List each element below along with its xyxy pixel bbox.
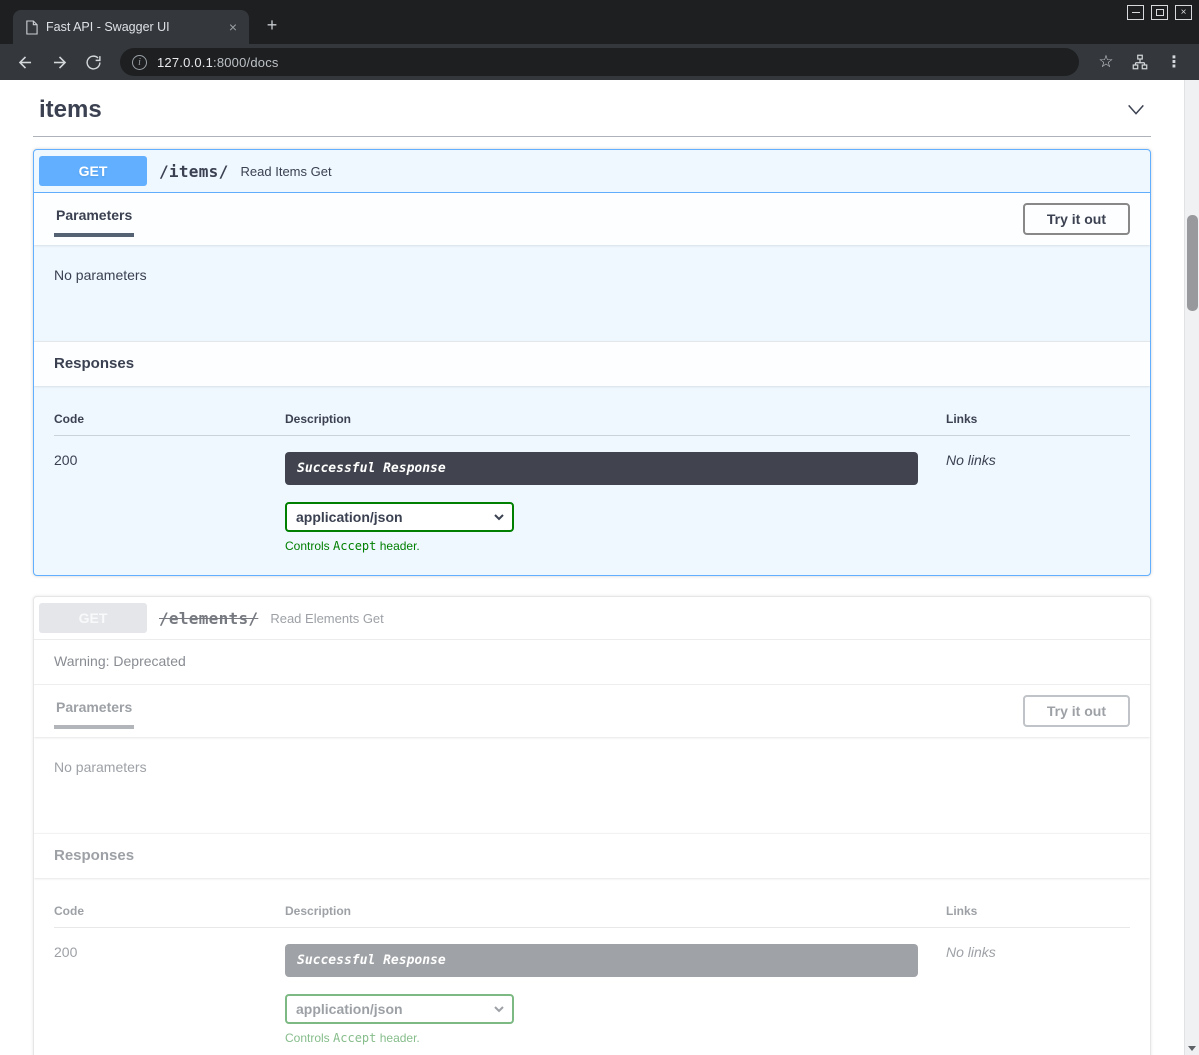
- accept-note-prefix: Controls: [285, 539, 333, 553]
- chevron-down-icon[interactable]: [1125, 99, 1147, 121]
- minimize-icon: [1132, 12, 1140, 13]
- status-code: 200: [54, 452, 285, 468]
- media-type-select[interactable]: application/json: [285, 502, 514, 532]
- col-links: Links: [946, 412, 1130, 426]
- deprecated-warning-text: Warning: Deprecated: [54, 653, 186, 669]
- col-description: Description: [285, 904, 946, 918]
- op-path: /elements/: [159, 609, 258, 628]
- method-badge: GET: [39, 603, 147, 633]
- response-description-cell: Successful Response application/json: [285, 944, 946, 1045]
- responses-title: Responses: [54, 847, 134, 864]
- minimize-button[interactable]: [1127, 5, 1144, 20]
- site-info-icon[interactable]: i: [132, 55, 147, 70]
- parameters-header: Parameters Try it out: [34, 193, 1150, 245]
- try-it-out-button[interactable]: Try it out: [1023, 203, 1130, 235]
- scrollbar[interactable]: [1184, 80, 1199, 1055]
- responses-table-head: Code Description Links: [54, 898, 1130, 928]
- accept-note-prefix: Controls: [285, 1031, 333, 1045]
- parameters-body: No parameters: [34, 737, 1150, 833]
- op-path: /items/: [159, 162, 229, 181]
- parameters-title: Parameters: [54, 693, 134, 729]
- accept-note-suffix: header.: [376, 539, 419, 553]
- menu-icon[interactable]: ⋮: [1161, 49, 1187, 75]
- media-type-control: application/json: [285, 994, 514, 1024]
- responses-table-head: Code Description Links: [54, 406, 1130, 436]
- status-code: 200: [54, 944, 285, 960]
- browser-tab[interactable]: Fast API - Swagger UI ×: [13, 10, 249, 44]
- opblock-summary[interactable]: GET /items/ Read Items Get: [34, 150, 1150, 193]
- responses-header: Responses: [34, 341, 1150, 386]
- tab-title: Fast API - Swagger UI: [46, 20, 217, 34]
- page-viewport: items GET /items/ Read Items Get Paramet…: [0, 80, 1199, 1055]
- section-title: items: [39, 96, 102, 124]
- col-code: Code: [54, 904, 285, 918]
- responses-title: Responses: [54, 355, 134, 372]
- scrollbar-down-icon[interactable]: [1188, 1046, 1196, 1051]
- opblock-get-elements-deprecated: GET /elements/ Read Elements Get Warning…: [33, 596, 1151, 1055]
- tag-section-header[interactable]: items: [33, 84, 1151, 137]
- op-summary: Read Elements Get: [270, 611, 383, 626]
- url-path: :8000/docs: [213, 55, 279, 70]
- accept-note-code: Accept: [333, 1031, 376, 1045]
- response-row: 200 Successful Response application/json: [54, 928, 1130, 1045]
- accept-header-note: Controls Accept header.: [285, 539, 946, 553]
- maximize-button[interactable]: [1151, 5, 1168, 20]
- accept-header-note: Controls Accept header.: [285, 1031, 946, 1045]
- response-description: Successful Response: [285, 944, 918, 977]
- opblock-get-items: GET /items/ Read Items Get Parameters Tr…: [33, 149, 1151, 576]
- forward-button[interactable]: [46, 49, 72, 75]
- deprecated-warning: Warning: Deprecated: [34, 640, 1150, 685]
- media-type-control: application/json: [285, 502, 514, 532]
- url-host: 127.0.0.1: [157, 55, 213, 70]
- close-icon: ×: [1181, 8, 1187, 18]
- responses-table: Code Description Links 200 Successful Re…: [34, 878, 1150, 1055]
- url-text: 127.0.0.1:8000/docs: [157, 55, 279, 70]
- parameters-header: Parameters Try it out: [34, 685, 1150, 737]
- accept-note-suffix: header.: [376, 1031, 419, 1045]
- media-type-select[interactable]: application/json: [285, 994, 514, 1024]
- reload-icon[interactable]: [80, 49, 106, 75]
- no-parameters-text: No parameters: [54, 267, 147, 283]
- method-badge: GET: [39, 156, 147, 186]
- col-code: Code: [54, 412, 285, 426]
- opblock-summary[interactable]: GET /elements/ Read Elements Get: [34, 597, 1150, 640]
- browser-toolbar: i 127.0.0.1:8000/docs ☆ ⋮: [0, 44, 1199, 80]
- accept-note-code: Accept: [333, 539, 376, 553]
- browser-window: Fast API - Swagger UI × + ×: [0, 0, 1199, 1055]
- op-summary: Read Items Get: [241, 164, 332, 179]
- col-links: Links: [946, 904, 1130, 918]
- window-titlebar: Fast API - Swagger UI × + ×: [0, 0, 1199, 44]
- response-description-cell: Successful Response application/json: [285, 452, 946, 553]
- window-controls: ×: [1127, 5, 1192, 20]
- bookmark-star-icon[interactable]: ☆: [1093, 49, 1119, 75]
- responses-header: Responses: [34, 833, 1150, 878]
- response-description: Successful Response: [285, 452, 918, 485]
- scrollbar-thumb[interactable]: [1187, 215, 1198, 311]
- links-value: No links: [946, 944, 1130, 960]
- response-row: 200 Successful Response application/json: [54, 436, 1130, 553]
- address-bar[interactable]: i 127.0.0.1:8000/docs: [120, 48, 1079, 76]
- tab-close-icon[interactable]: ×: [225, 19, 241, 35]
- no-parameters-text: No parameters: [54, 759, 147, 775]
- close-button[interactable]: ×: [1175, 5, 1192, 20]
- page-favicon-icon: [25, 20, 38, 35]
- back-button[interactable]: [12, 49, 38, 75]
- parameters-body: No parameters: [34, 245, 1150, 341]
- col-description: Description: [285, 412, 946, 426]
- parameters-title: Parameters: [54, 201, 134, 237]
- maximize-icon: [1156, 9, 1164, 16]
- responses-table: Code Description Links 200 Successful Re…: [34, 386, 1150, 575]
- sitemap-icon[interactable]: [1127, 49, 1153, 75]
- links-value: No links: [946, 452, 1130, 468]
- new-tab-button[interactable]: +: [260, 14, 284, 38]
- try-it-out-button[interactable]: Try it out: [1023, 695, 1130, 727]
- swagger-page: items GET /items/ Read Items Get Paramet…: [0, 80, 1184, 1055]
